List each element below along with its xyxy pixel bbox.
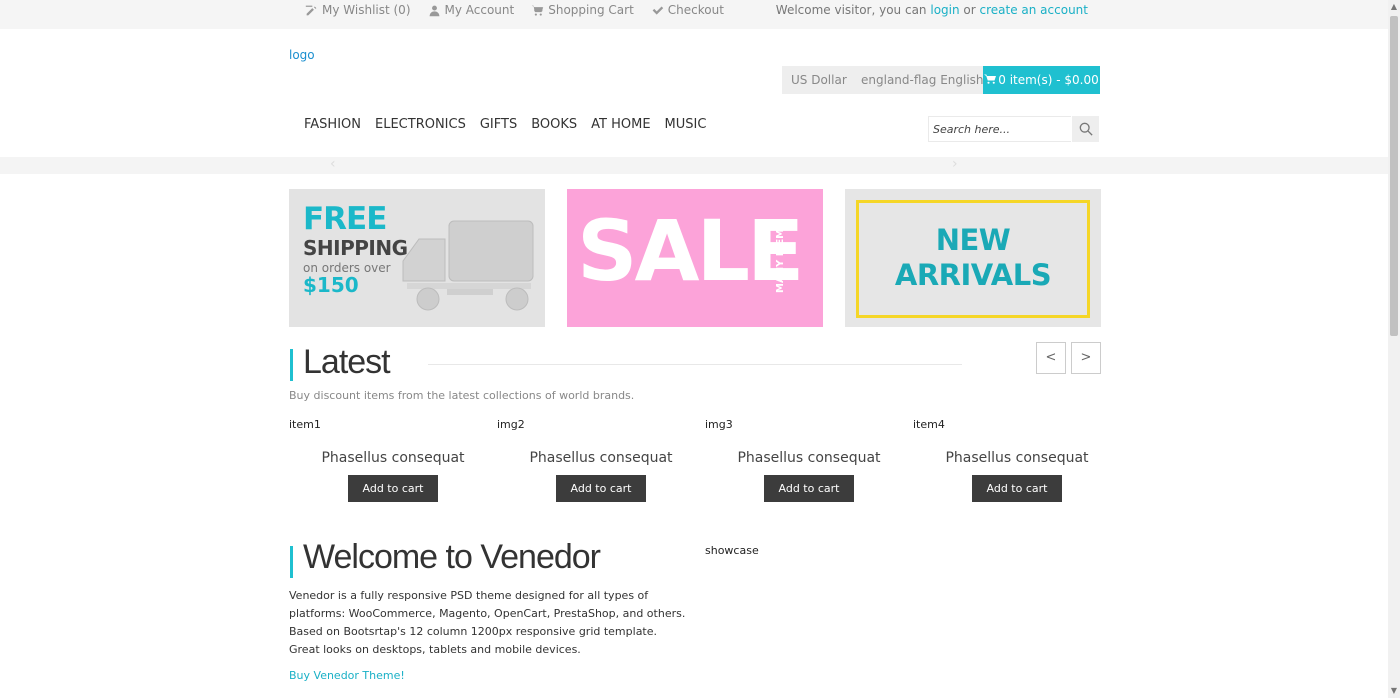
user-icon [429,5,439,16]
product-card: item4 Phasellus consequat Add to cart [913,418,1121,508]
product-name[interactable]: Phasellus consequat [289,450,497,466]
login-link[interactable]: login [930,3,959,17]
product-image[interactable]: item1 [289,418,321,431]
welcome-accent-bar [290,546,293,578]
logo[interactable]: logo [289,48,315,62]
checkout-label: Checkout [667,3,724,17]
search-button[interactable] [1072,116,1099,142]
top-links: My Wishlist (0) My Account Shopping Cart… [305,3,724,17]
product-image[interactable]: img2 [497,418,525,431]
cart-button[interactable]: 0 item(s) - $0.00 [983,66,1100,94]
welcome-title: Welcome to Venedor [303,538,601,576]
search-icon [1079,122,1093,136]
nav-item-music[interactable]: MUSIC [665,117,707,132]
search-box [928,116,1100,142]
banner-arrivals-text: ARRIVALS [894,258,1052,292]
main-nav: FASHION ELECTRONICS GIFTS BOOKS AT HOME … [304,117,706,132]
wishlist-label: My Wishlist (0) [322,3,411,17]
welcome-message: Welcome visitor, you can login or create… [776,3,1088,17]
banner-new-arrivals-text: NEW ARRIVALS [845,223,1101,293]
product-name[interactable]: Phasellus consequat [705,450,913,466]
latest-accent-bar [290,349,293,381]
truck-icon [402,220,534,311]
free-shipping-banner[interactable]: FREE SHIPPING on orders over $150 [289,189,545,327]
shopping-cart-label: Shopping Cart [548,3,634,17]
banner-many-items-text: MANY ITEMS [775,221,786,293]
product-card: img2 Phasellus consequat Add to cart [497,418,705,508]
top-bar: My Wishlist (0) My Account Shopping Cart… [0,0,1388,29]
slider-strip: ‹ › [0,156,1388,174]
nav-item-electronics[interactable]: ELECTRONICS [375,117,466,132]
add-to-cart-button[interactable]: Add to cart [764,475,854,502]
create-account-link[interactable]: create an account [980,3,1089,17]
buy-theme-link[interactable]: Buy Venedor Theme! [289,669,405,682]
latest-next-button[interactable]: > [1071,342,1101,374]
wishlist-link[interactable]: My Wishlist (0) [305,3,411,17]
search-input[interactable] [928,116,1071,142]
my-account-link[interactable]: My Account [428,3,515,17]
banner-free-text: FREE [303,201,387,237]
nav-item-books[interactable]: BOOKS [531,117,577,132]
banner-shipping-text: SHIPPING [303,236,408,260]
product-name[interactable]: Phasellus consequat [497,450,705,466]
page-scrollbar[interactable]: ▲ ▼ [1388,0,1400,698]
banner-new-text: NEW [935,223,1011,257]
scroll-up-icon[interactable]: ▲ [1388,0,1400,14]
my-account-label: My Account [444,3,515,17]
banner-price-text: $150 [303,273,359,297]
check-icon [652,5,663,15]
new-arrivals-banner[interactable]: NEW ARRIVALS [845,189,1101,327]
add-to-cart-button[interactable]: Add to cart [972,475,1062,502]
latest-title: Latest [303,343,391,381]
nav-item-fashion[interactable]: FASHION [304,117,361,132]
cart-icon [984,74,997,84]
checkout-link[interactable]: Checkout [651,3,724,17]
nav-item-at-home[interactable]: AT HOME [591,117,650,132]
slider-prev-icon[interactable]: ‹ [330,156,336,172]
cart-summary: 0 item(s) - $0.00 [998,73,1099,87]
cart-icon [532,5,544,16]
product-image[interactable]: img3 [705,418,733,431]
product-image[interactable]: item4 [913,418,945,431]
product-card: img3 Phasellus consequat Add to cart [705,418,913,508]
welcome-prefix: Welcome visitor, you can [775,3,931,17]
shopping-cart-link[interactable]: Shopping Cart [531,3,634,17]
latest-subtitle: Buy discount items from the latest colle… [289,389,635,402]
welcome-description: Venedor is a fully responsive PSD theme … [289,589,686,656]
showcase-image: showcase [705,544,759,557]
add-to-cart-button[interactable]: Add to cart [556,475,646,502]
banner-sale-text: SALE [577,202,804,300]
scroll-down-icon[interactable]: ▼ [1388,684,1400,698]
add-to-cart-button[interactable]: Add to cart [348,475,438,502]
product-card: item1 Phasellus consequat Add to cart [289,418,497,508]
currency-selector[interactable]: US Dollar [782,66,856,94]
product-name[interactable]: Phasellus consequat [913,450,1121,466]
welcome-or: or [959,3,980,17]
edit-icon [305,5,317,15]
latest-prev-button[interactable]: < [1036,342,1066,374]
sale-banner[interactable]: SALE MANY ITEMS [567,189,823,327]
slider-next-icon[interactable]: › [952,156,958,172]
nav-item-gifts[interactable]: GIFTS [480,117,517,132]
latest-divider [428,364,962,365]
scrollbar-thumb[interactable] [1390,16,1398,336]
language-selector[interactable]: england-flag English [852,66,993,94]
